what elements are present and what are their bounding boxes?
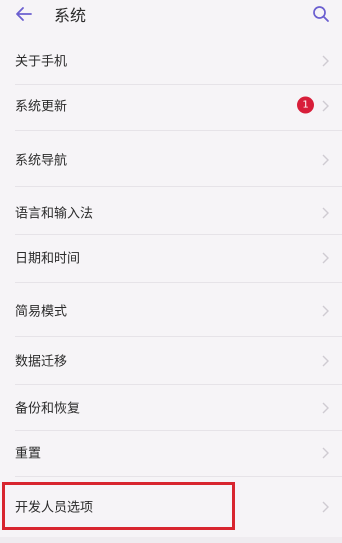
settings-item-label: 简易模式: [15, 304, 68, 320]
settings-item-label: 关于手机: [15, 54, 68, 70]
settings-screen: 系统 关于手机 系统更新 1 系统导航 语言和输入法 日期和时间 简易模式 数据…: [0, 0, 342, 543]
settings-item-label: 备份和恢复: [15, 401, 81, 417]
settings-item-label: 语言和输入法: [15, 206, 94, 222]
chevron-right-icon: [320, 400, 330, 414]
settings-item-label: 日期和时间: [15, 251, 81, 267]
bottom-strip: [0, 537, 342, 543]
settings-item-backup-restore[interactable]: 备份和恢复: [0, 383, 342, 431]
settings-item-date-time[interactable]: 日期和时间: [0, 233, 342, 281]
settings-item-data-migration[interactable]: 数据迁移: [0, 336, 342, 384]
settings-item-label: 系统更新: [15, 99, 68, 115]
settings-item-system-update[interactable]: 系统更新 1: [0, 81, 342, 129]
settings-item-language-input[interactable]: 语言和输入法: [0, 188, 342, 236]
settings-item-system-navigation[interactable]: 系统导航: [0, 135, 342, 183]
settings-item-simple-mode[interactable]: 简易模式: [0, 286, 342, 334]
chevron-right-icon: [320, 445, 330, 459]
chevron-right-icon: [320, 53, 330, 67]
settings-item-label: 重置: [15, 446, 42, 462]
back-button[interactable]: [12, 4, 36, 28]
chevron-right-icon: [320, 303, 330, 317]
page-title: 系统: [54, 6, 87, 25]
chevron-right-icon: [320, 499, 330, 513]
update-count-badge: 1: [297, 96, 314, 114]
divider: [15, 186, 342, 187]
search-icon: [312, 5, 330, 27]
settings-item-developer-options[interactable]: 开发人员选项: [0, 482, 342, 530]
settings-item-about-phone[interactable]: 关于手机: [0, 36, 342, 84]
settings-item-label: 开发人员选项: [15, 500, 94, 516]
settings-item-reset[interactable]: 重置: [0, 428, 342, 476]
divider: [15, 282, 342, 283]
divider: [15, 476, 342, 477]
chevron-right-icon: [320, 205, 330, 219]
search-button[interactable]: [310, 5, 332, 27]
chevron-right-icon: [320, 353, 330, 367]
header: 系统: [0, 0, 342, 34]
divider: [15, 130, 342, 131]
arrow-left-icon: [15, 6, 33, 26]
chevron-right-icon: [320, 98, 330, 112]
settings-item-label: 数据迁移: [15, 354, 68, 370]
chevron-right-icon: [320, 152, 330, 166]
chevron-right-icon: [320, 250, 330, 264]
settings-item-label: 系统导航: [15, 153, 68, 169]
